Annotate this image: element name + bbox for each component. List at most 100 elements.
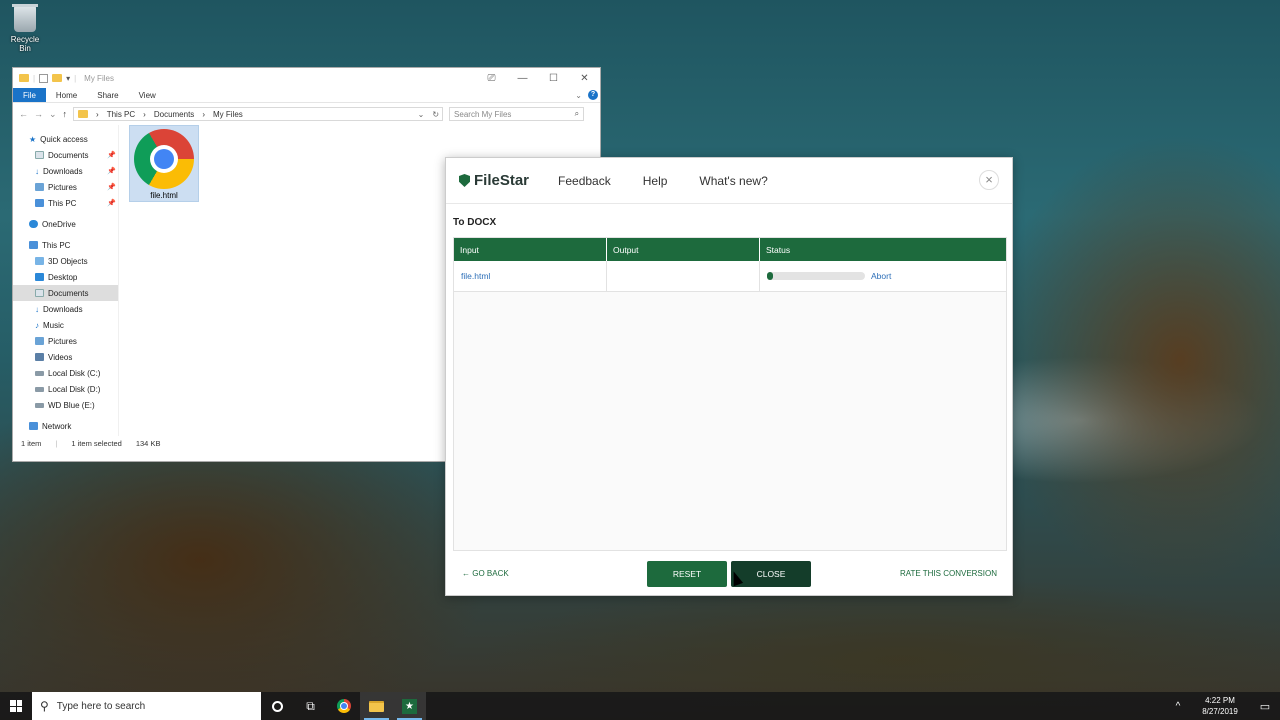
reset-button[interactable]: RESET (647, 561, 727, 587)
refresh-icon[interactable]: ↻ (432, 110, 442, 119)
sidebar-item-pictures-pc[interactable]: Pictures (13, 333, 118, 349)
column-output: Output (607, 238, 760, 261)
sidebar-item-3d-objects[interactable]: 3D Objects (13, 253, 118, 269)
recycle-bin-shortcut[interactable]: Recycle Bin (4, 4, 46, 53)
go-back-button[interactable]: ← GO BACK (462, 569, 509, 578)
sidebar-item-network[interactable]: Network (13, 418, 118, 434)
tab-view[interactable]: View (129, 88, 166, 102)
breadcrumb-my-files[interactable]: My Files (213, 110, 243, 119)
clock[interactable]: 4:22 PM 8/27/2019 (1190, 695, 1250, 717)
new-folder-icon[interactable] (52, 74, 63, 82)
sidebar-item-label: Downloads (43, 166, 83, 176)
chrome-icon (336, 699, 351, 713)
download-arrow-icon: ↓ (35, 304, 39, 314)
selection-size: 134 KB (135, 438, 161, 448)
pin-icon: 📌 (107, 168, 116, 175)
ribbon-tabs: File Home Share View ⌄ ? (13, 88, 600, 103)
task-view-button[interactable]: ⧉ (294, 692, 327, 720)
sidebar-item-label: WD Blue (E:) (48, 400, 95, 410)
abort-link[interactable]: Abort (871, 271, 891, 281)
sidebar-item-local-disk-d[interactable]: Local Disk (D:) (13, 381, 118, 397)
maximize-button[interactable]: ☐ (538, 73, 569, 84)
sidebar-item-music[interactable]: ♪ Music (13, 317, 118, 333)
forward-arrow-icon[interactable]: → (34, 109, 43, 119)
close-icon[interactable]: × (979, 170, 999, 190)
tab-file[interactable]: File (13, 88, 46, 102)
customize-toolbar-icon[interactable]: ▾ (66, 74, 70, 83)
task-view-icon: ⧉ (306, 698, 315, 713)
nav-feedback[interactable]: Feedback (558, 174, 611, 188)
minimize-button[interactable]: — (507, 73, 538, 84)
separator: | (33, 73, 36, 83)
quick-access-toolbar: | ▾ | (19, 73, 76, 83)
computer-icon (29, 241, 38, 249)
address-bar[interactable]: › This PC › Documents › My Files ⌄ ↻ (73, 107, 444, 121)
close-button[interactable]: CLOSE (731, 561, 811, 587)
breadcrumb-documents[interactable]: Documents (154, 110, 194, 119)
sidebar-item-quick-access[interactable]: ★ Quick access (13, 131, 118, 147)
help-icon[interactable]: ? (588, 90, 598, 100)
sidebar-item-documents[interactable]: Documents 📌 (13, 147, 118, 163)
properties-icon[interactable] (39, 73, 49, 83)
folder-icon (78, 110, 89, 118)
breadcrumb-this-pc[interactable]: This PC (107, 110, 135, 119)
close-button[interactable]: ✕ (569, 73, 600, 84)
input-cell: file.html (454, 261, 607, 291)
sidebar-item-downloads-pc[interactable]: ↓ Downloads (13, 301, 118, 317)
nav-whats-new[interactable]: What's new? (699, 174, 767, 188)
sidebar-item-desktop[interactable]: Desktop (13, 269, 118, 285)
sidebar-item-videos[interactable]: Videos (13, 349, 118, 365)
taskbar-chrome[interactable] (327, 692, 360, 720)
sidebar-item-pictures[interactable]: Pictures 📌 (13, 179, 118, 195)
cortana-button[interactable] (261, 692, 294, 720)
notification-icon[interactable]: ▭ (1250, 700, 1280, 713)
sidebar-item-local-disk-c[interactable]: Local Disk (C:) (13, 365, 118, 381)
pin-icon: 📌 (107, 184, 116, 191)
tablet-mode-icon[interactable]: ⎚ (476, 73, 507, 84)
star-icon: ★ (29, 134, 37, 144)
sidebar-item-label: 3D Objects (48, 256, 88, 266)
address-dropdown-icon[interactable]: ⌄ (418, 110, 425, 119)
documents-icon (35, 151, 44, 159)
selection-count: 1 item selected (71, 438, 122, 448)
rate-conversion-link[interactable]: RATE THIS CONVERSION (900, 569, 997, 578)
brand-name: FileStar (474, 172, 530, 189)
cube-icon (35, 257, 44, 265)
sidebar-item-wd-blue-e[interactable]: WD Blue (E:) (13, 397, 118, 413)
chevron-right-icon: › (202, 109, 205, 119)
sidebar-item-downloads[interactable]: ↓ Downloads 📌 (13, 163, 118, 179)
nav-help[interactable]: Help (643, 174, 668, 188)
sidebar-item-documents-pc[interactable]: Documents (13, 285, 118, 301)
sidebar-item-onedrive[interactable]: OneDrive (13, 216, 118, 232)
sidebar-item-this-pc-quick[interactable]: This PC 📌 (13, 195, 118, 211)
column-input: Input (454, 238, 607, 261)
sidebar-item-this-pc[interactable]: This PC (13, 237, 118, 253)
chrome-icon (134, 129, 194, 189)
taskbar-file-explorer[interactable] (360, 692, 393, 720)
search-input[interactable]: Search My Files ⌕ (449, 107, 585, 121)
taskbar-filestar[interactable]: ★ (393, 692, 426, 720)
up-arrow-icon[interactable]: ↑ (63, 109, 68, 119)
sidebar-item-label: Downloads (43, 304, 83, 314)
input-file-link[interactable]: file.html (461, 271, 490, 281)
sidebar-item-label: Desktop (48, 272, 78, 282)
taskbar-search[interactable]: ⚲ Type here to search (32, 692, 261, 720)
window-controls: ⎚ — ☐ ✕ (476, 73, 600, 84)
filestar-logo: FileStar (459, 172, 529, 189)
tab-home[interactable]: Home (46, 88, 87, 102)
arrow-left-icon: ← (462, 569, 470, 578)
recent-locations-icon[interactable]: ⌄ (49, 109, 57, 120)
chevron-up-icon[interactable]: ^ (1166, 701, 1190, 712)
start-button[interactable] (0, 692, 32, 720)
search-placeholder: Search My Files (454, 109, 512, 119)
clock-date: 8/27/2019 (1202, 707, 1238, 716)
filestar-icon: ★ (402, 698, 417, 714)
pin-icon: 📌 (107, 200, 116, 207)
back-arrow-icon[interactable]: ← (19, 109, 28, 119)
desktop-icon (35, 273, 44, 281)
sidebar-item-label: Quick access (40, 134, 88, 144)
tab-share[interactable]: Share (87, 88, 128, 102)
sidebar-item-label: OneDrive (42, 219, 76, 229)
file-item[interactable]: file.html (129, 125, 199, 202)
expand-ribbon-icon[interactable]: ⌄ (575, 91, 582, 100)
